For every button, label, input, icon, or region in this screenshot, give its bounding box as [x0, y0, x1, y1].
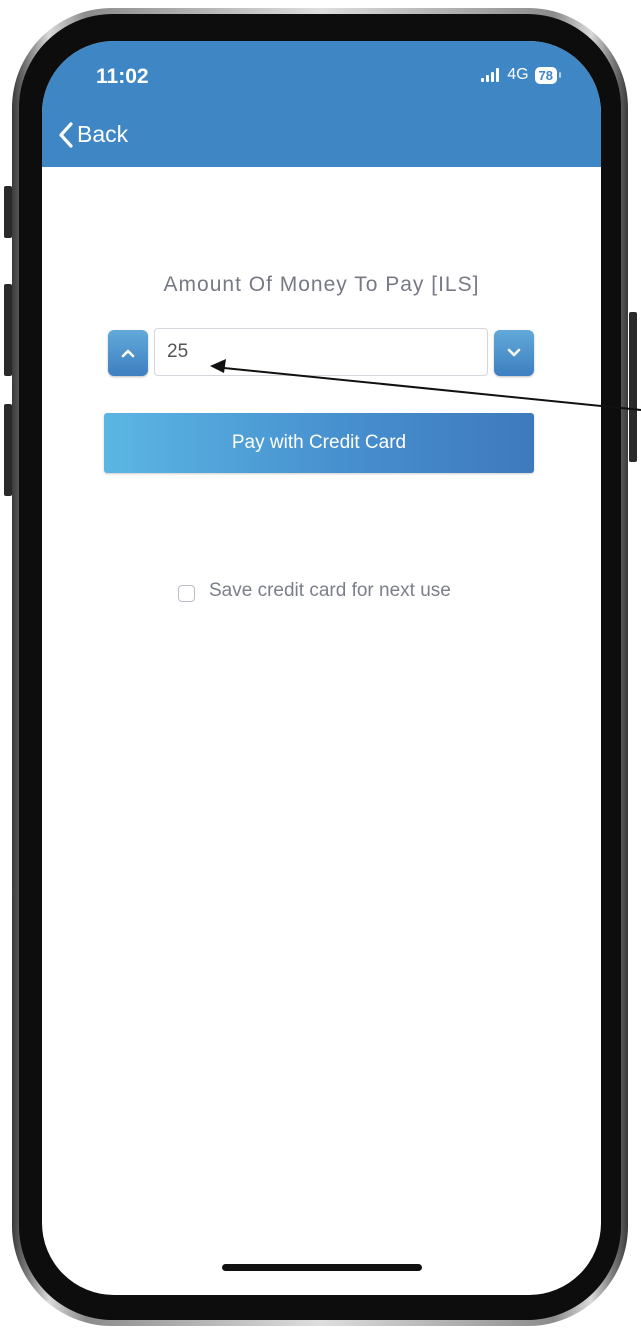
navigation-bar: 11:02 4G 78 Back: [42, 41, 601, 167]
save-card-option[interactable]: Save credit card for next use: [178, 579, 451, 602]
phone-side-button-volume-up: [4, 284, 12, 376]
save-card-label: Save credit card for next use: [209, 579, 451, 601]
home-indicator: [222, 1264, 422, 1271]
amount-title: Amount Of Money To Pay [ILS]: [163, 273, 480, 296]
battery-nub: [559, 72, 561, 78]
chevron-up-icon: [121, 349, 135, 358]
signal-icon: [481, 68, 501, 82]
network-type: 4G: [507, 66, 529, 83]
save-card-checkbox[interactable]: [178, 585, 195, 602]
amount-input[interactable]: [154, 328, 488, 376]
back-label: Back: [77, 121, 129, 147]
status-indicators: 4G 78: [481, 66, 561, 84]
chevron-left-icon: [59, 121, 73, 148]
increment-button[interactable]: [108, 330, 148, 376]
pay-with-credit-card-button[interactable]: Pay with Credit Card: [104, 413, 534, 473]
phone-side-button-volume-down: [4, 404, 12, 496]
phone-side-button-silent: [4, 186, 12, 238]
status-time: 11:02: [96, 65, 149, 88]
battery-icon: 78: [534, 66, 557, 84]
phone-mockup: 11:02 4G 78 Back Amount Of Money To Pay …: [0, 0, 641, 1335]
back-button[interactable]: Back: [58, 121, 128, 148]
chevron-down-icon: [507, 348, 521, 357]
app-screen: 11:02 4G 78 Back Amount Of Money To Pay …: [42, 41, 601, 1295]
phone-side-button-power: [629, 312, 637, 462]
decrement-button[interactable]: [494, 330, 534, 376]
